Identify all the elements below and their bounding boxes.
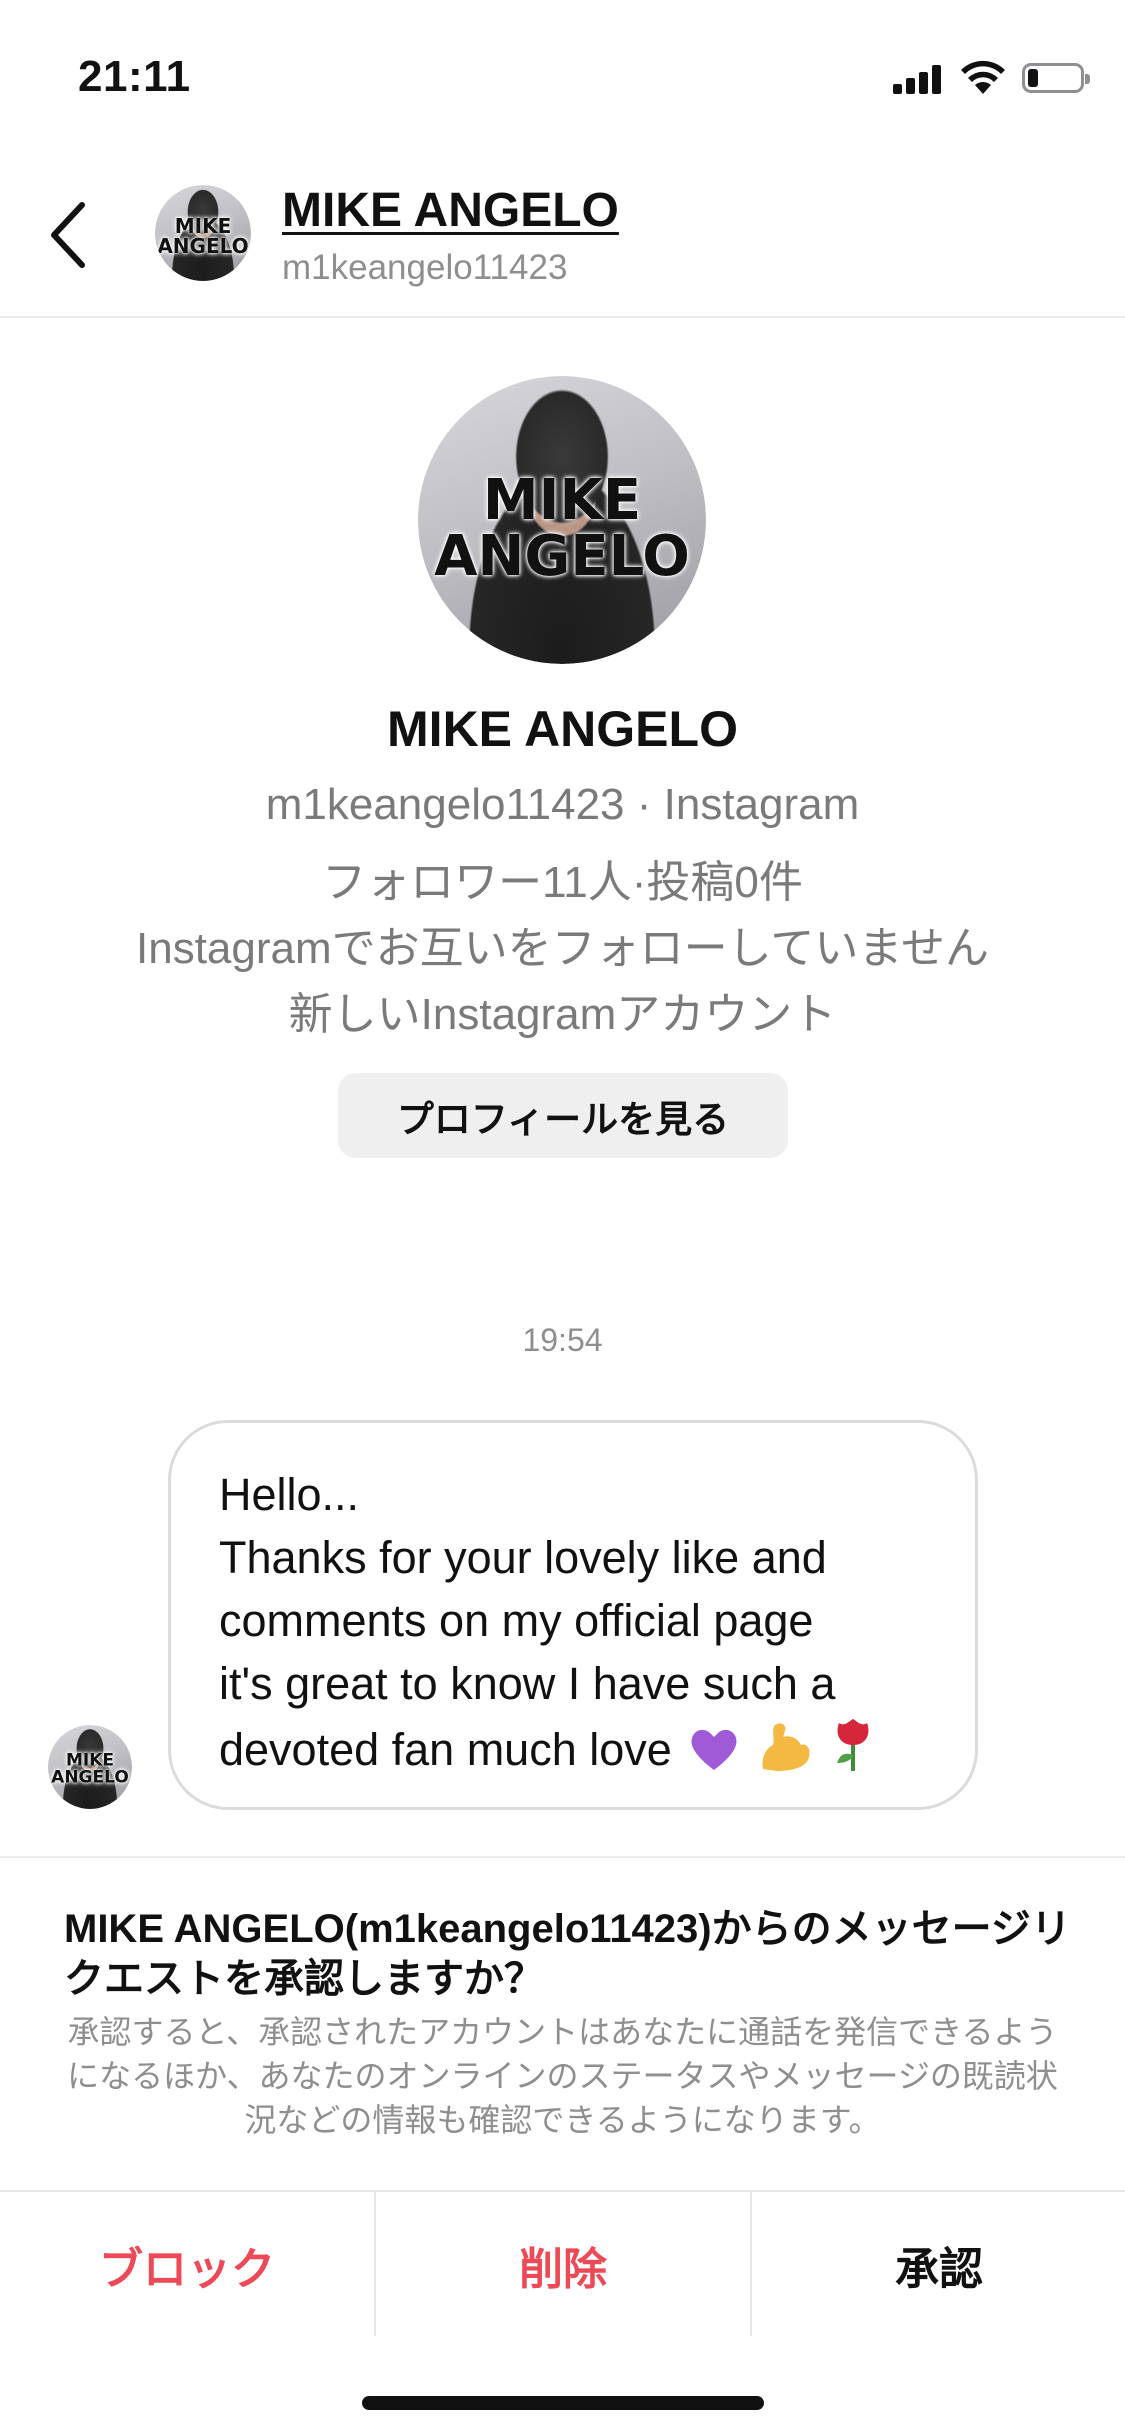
view-profile-button[interactable]: プロフィールを見る <box>338 1073 788 1158</box>
avatar-text: MIKE <box>174 214 232 239</box>
block-button[interactable]: ブロック <box>0 2194 374 2336</box>
message-line: comments on my official page <box>219 1595 814 1646</box>
header-name[interactable]: MIKE ANGELO <box>282 183 619 238</box>
follow-status: Instagramでお互いをフォローしていません <box>136 924 989 973</box>
profile-name: MIKE ANGELO <box>387 701 738 757</box>
status-time: 21:11 <box>78 52 191 101</box>
account-note: 新しいInstagramアカウント <box>288 990 837 1039</box>
back-chevron-icon[interactable] <box>40 195 100 275</box>
avatar-text: ANGELO <box>434 523 690 589</box>
delete-button[interactable]: 削除 <box>376 2194 750 2336</box>
home-indicator[interactable] <box>362 2396 764 2410</box>
request-divider <box>0 1856 1125 1858</box>
sender-avatar[interactable]: MIKE ANGELO <box>48 1725 132 1809</box>
request-description: 承認すると、承認されたアカウントはあなたに通話を発信できるようになるほか、あなた… <box>67 2014 1058 2138</box>
profile-stats: フォロワー11人·投稿0件 <box>322 858 803 907</box>
message-line: devoted fan much love <box>219 1724 672 1775</box>
actions-divider <box>0 2190 1125 2192</box>
header-divider <box>0 316 1125 318</box>
message-line: it's great to know I have such a <box>219 1658 836 1709</box>
message-timestamp: 19:54 <box>522 1322 603 1358</box>
purple-heart-icon <box>691 1729 737 1770</box>
battery-level <box>1028 69 1038 87</box>
message-line: Hello... <box>219 1469 360 1520</box>
message-last-line: devoted fan much love <box>219 1715 930 1781</box>
avatar-text: ANGELO <box>51 1767 129 1788</box>
flexed-biceps-icon <box>762 1723 810 1771</box>
accept-button[interactable]: 承認 <box>752 2194 1125 2336</box>
header-avatar[interactable]: MIKE ANGELO <box>155 185 251 281</box>
battery-icon <box>1022 63 1090 93</box>
cellular-signal-icon <box>893 64 943 94</box>
request-title: MIKE ANGELO(m1keangelo11423)からのメッセージリクエス… <box>64 1907 1071 2001</box>
message-line: Thanks for your lovely like and <box>219 1532 827 1583</box>
header-handle: m1keangelo11423 <box>282 248 568 287</box>
profile-avatar[interactable]: MIKE ANGELO <box>418 376 706 664</box>
avatar-text: MIKE <box>482 467 642 533</box>
profile-handle-line: m1keangelo11423 · Instagram <box>265 780 860 829</box>
rose-icon <box>837 1719 869 1771</box>
wifi-icon <box>961 60 1005 94</box>
message-bubble[interactable]: Hello... Thanks for your lovely like and… <box>168 1420 978 1810</box>
avatar-text: ANGELO <box>157 234 249 259</box>
